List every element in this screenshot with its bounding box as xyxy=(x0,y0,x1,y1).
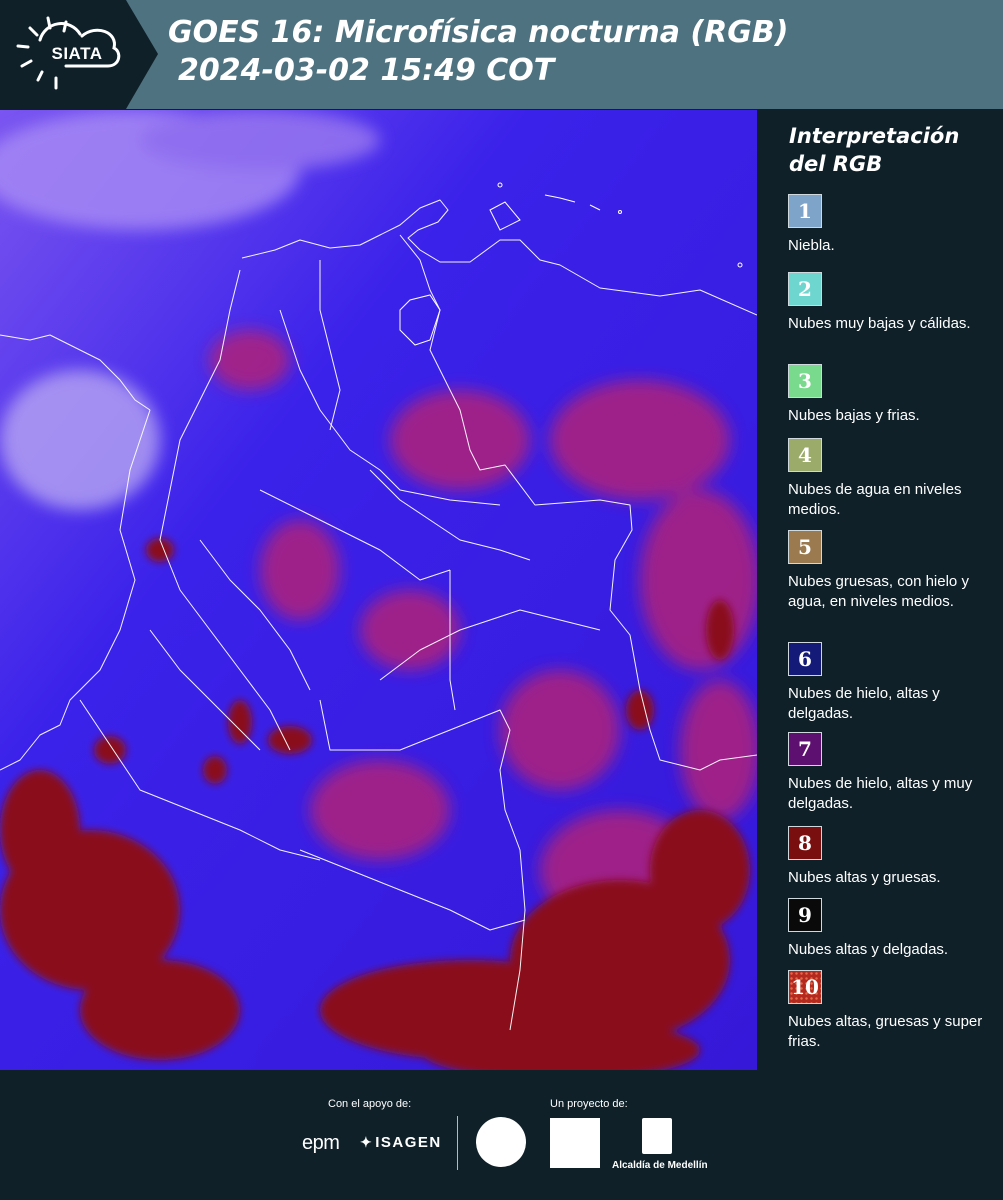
legend-swatch-5: 5 xyxy=(788,530,822,564)
legend-item-4: 4 Nubes de agua en niveles medios. xyxy=(788,438,988,520)
legend-swatch-7: 7 xyxy=(788,732,822,766)
area-metropolitana-logo[interactable] xyxy=(550,1118,600,1168)
legend-swatch-2: 2 xyxy=(788,272,822,306)
footer-divider xyxy=(457,1116,458,1170)
legend-label-7: Nubes de hielo, altas y muy delgadas. xyxy=(788,775,973,812)
legend-panel: Interpretación del RGB 1 Niebla. 2 Nubes… xyxy=(772,112,997,1067)
header-bar: SIATA GOES 16: Microfísica nocturna (RGB… xyxy=(0,0,1003,109)
legend-label-10: Nubes altas, gruesas y super frias. xyxy=(788,1013,983,1050)
legend-item-6: 6 Nubes de hielo, altas y delgadas. xyxy=(788,642,988,724)
satellite-map[interactable] xyxy=(0,110,757,1070)
legend-item-7: 7 Nubes de hielo, altas y muy delgadas. xyxy=(788,732,988,814)
legend-swatch-10: 10 xyxy=(788,970,822,1004)
legend-label-1: Niebla. xyxy=(788,237,835,254)
logo-wordmark: SIATA xyxy=(51,44,103,63)
page-title: GOES 16: Microfísica nocturna (RGB) xyxy=(168,15,789,50)
legend-swatch-8: 8 xyxy=(788,826,822,860)
legend-swatch-4: 4 xyxy=(788,438,822,472)
legend-label-8: Nubes altas y gruesas. xyxy=(788,869,941,886)
city-seal-icon[interactable] xyxy=(476,1117,526,1167)
legend-label-5: Nubes gruesas, con hielo y agua, en nive… xyxy=(788,573,969,610)
alcaldia-label: Alcaldía de Medellín xyxy=(612,1160,708,1171)
legend-item-2: 2 Nubes muy bajas y cálidas. xyxy=(788,272,988,334)
siata-logo[interactable]: SIATA xyxy=(0,0,158,109)
footer: Con el apoyo de: Un proyecto de: epm ✦ IS… xyxy=(0,1070,1003,1200)
legend-swatch-3: 3 xyxy=(788,364,822,398)
legend-title: Interpretación del RGB xyxy=(789,124,960,176)
alcaldia-shield-icon[interactable] xyxy=(642,1118,672,1154)
legend-swatch-9: 9 xyxy=(788,898,822,932)
legend-item-5: 5 Nubes gruesas, con hielo y agua, en ni… xyxy=(788,530,988,612)
support-label: Con el apoyo de: xyxy=(328,1098,412,1110)
isagen-logo[interactable]: ✦ ISAGEN xyxy=(360,1134,442,1151)
project-label: Un proyecto de: xyxy=(550,1098,628,1110)
legend-swatch-6: 6 xyxy=(788,642,822,676)
legend-item-3: 3 Nubes bajas y frias. xyxy=(788,364,988,426)
epm-logo[interactable]: epm xyxy=(302,1132,340,1155)
legend-label-4: Nubes de agua en niveles medios. xyxy=(788,481,962,518)
isagen-wordmark: ISAGEN xyxy=(375,1134,442,1151)
timestamp: 2024-03-02 15:49 COT xyxy=(178,53,555,88)
legend-item-8: 8 Nubes altas y gruesas. xyxy=(788,826,988,888)
legend-label-3: Nubes bajas y frias. xyxy=(788,407,920,424)
legend-label-2: Nubes muy bajas y cálidas. xyxy=(788,315,971,332)
legend-swatch-1: 1 xyxy=(788,194,822,228)
legend-label-6: Nubes de hielo, altas y delgadas. xyxy=(788,685,940,722)
isagen-icon: ✦ xyxy=(360,1134,374,1150)
legend-item-1: 1 Niebla. xyxy=(788,194,988,256)
legend-label-9: Nubes altas y delgadas. xyxy=(788,941,949,958)
satellite-image xyxy=(0,110,757,1070)
legend-item-10: 10 Nubes altas, gruesas y super frias. xyxy=(788,970,988,1052)
legend-item-9: 9 Nubes altas y delgadas. xyxy=(788,898,988,960)
